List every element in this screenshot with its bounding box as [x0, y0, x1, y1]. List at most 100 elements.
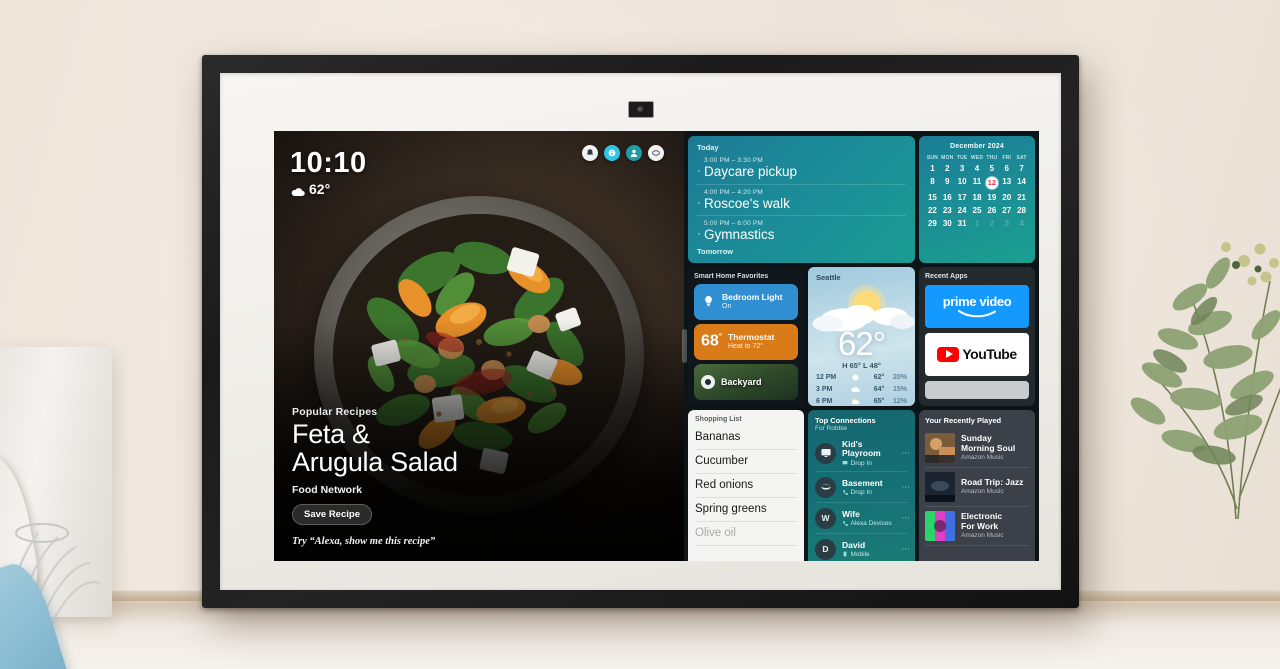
shopping-list-item[interactable]: Red onions [695, 474, 797, 498]
calendar-day-next-month[interactable]: 1 [970, 217, 985, 229]
overflow-menu-icon[interactable]: ⋮ [901, 545, 910, 553]
shopping-list-item[interactable]: Olive oil [695, 522, 797, 546]
phone-icon [843, 521, 848, 527]
shopping-list-item[interactable]: Spring greens [695, 498, 797, 522]
music-item[interactable]: Sunday Morning Soul Amazon Music [925, 429, 1029, 468]
calendar-day[interactable]: 7 [1014, 162, 1029, 174]
calendar-day[interactable]: 28 [1014, 204, 1029, 216]
dnd-badge-icon[interactable] [648, 145, 664, 161]
calendar-day[interactable]: 31 [955, 217, 970, 229]
overflow-menu-icon[interactable]: ⋮ [901, 483, 910, 491]
smart-tile-backyard-camera[interactable]: Backyard [694, 363, 798, 400]
clock-time: 10:10 [290, 147, 367, 179]
calendar-day[interactable]: 15 [925, 191, 940, 203]
shopping-list-widget[interactable]: Shopping List Bananas Cucumber Red onion… [688, 409, 804, 561]
smart-tile-text: Bedroom Light On [722, 292, 782, 311]
calendar-day[interactable]: 6 [999, 162, 1014, 174]
agenda-event-time: 5:00 PM – 6:00 PM [704, 220, 764, 228]
calendar-day[interactable]: 26 [984, 204, 999, 216]
calendar-day[interactable]: 19 [984, 191, 999, 203]
calendar-day[interactable]: 20 [999, 191, 1014, 203]
mobile-icon [843, 552, 847, 557]
connection-item[interactable]: Basement Drop In ⋮ [815, 472, 910, 504]
agenda-widget[interactable]: Today 3:00 PM – 3:30 PM Daycare pickup 4… [688, 136, 915, 263]
music-item[interactable]: Electronic For Work Amazon Music [925, 507, 1029, 546]
calendar-day[interactable]: 14 [1014, 175, 1029, 190]
connection-item[interactable]: Kid's Playroom Drop In ⋮ [815, 436, 910, 473]
status-icons[interactable] [582, 145, 664, 161]
calendar-day[interactable]: 13 [999, 175, 1014, 190]
calendar-day[interactable]: 23 [940, 204, 955, 216]
panel-drag-handle[interactable] [682, 329, 687, 363]
calendar-day[interactable]: 29 [925, 217, 940, 229]
connection-meta-text: Drop In [850, 488, 872, 496]
smart-tile-status: On [722, 303, 732, 311]
calendar-day[interactable]: 3 [955, 162, 970, 174]
recipe-panel[interactable]: 10:10 62° Popular Recipes Feta & Arugula… [274, 131, 684, 561]
connection-item[interactable]: W Wife Alexa Devices ⋮ [815, 503, 910, 535]
smart-tile-bedroom-light[interactable]: Bedroom Light On [694, 283, 798, 320]
display-screen[interactable]: 10:10 62° Popular Recipes Feta & Arugula… [274, 131, 1039, 561]
calendar-day[interactable]: 18 [970, 191, 985, 203]
connection-item[interactable]: D David Mobile ⋮ [815, 534, 910, 561]
app-next-partial[interactable] [925, 380, 1029, 399]
weather-hour-precip: 15% [892, 385, 907, 393]
phone-icon [843, 490, 848, 496]
info-badge-icon[interactable] [604, 145, 620, 161]
overflow-menu-icon[interactable]: ⋮ [901, 514, 910, 522]
smart-tile-thermostat[interactable]: 68° Thermostat Heat to 72° [694, 323, 798, 360]
calendar-grid[interactable]: SUN MON TUE WED THU FRI SAT 1 2 3 4 5 6 7 8 9 10 11 12 13 14… [925, 155, 1029, 229]
recently-played-widget[interactable]: Your Recently Played Sunday Morning Soul… [919, 409, 1035, 561]
shopping-list-item[interactable]: Bananas [695, 426, 797, 450]
album-art [925, 471, 955, 502]
app-prime-video[interactable]: prime video [925, 284, 1029, 328]
camera-icon [701, 374, 715, 389]
agenda-event[interactable]: 5:00 PM – 6:00 PM Gymnastics [697, 220, 906, 243]
calendar-day[interactable]: 5 [984, 162, 999, 174]
weather-hour-temp: 62° [873, 373, 885, 381]
calendar-day[interactable]: 1 [925, 162, 940, 174]
calendar-day[interactable]: 21 [1014, 191, 1029, 203]
room-scene: 10:10 62° Popular Recipes Feta & Arugula… [0, 0, 1280, 669]
agenda-event[interactable]: 4:00 PM – 4:20 PM Roscoe's walk [697, 189, 906, 212]
calendar-day[interactable]: 8 [925, 175, 940, 190]
calendar-day[interactable]: 4 [970, 162, 985, 174]
connections-sublabel: For Robbie [815, 424, 848, 432]
calendar-day[interactable]: 11 [970, 175, 985, 190]
calendar-day[interactable]: 9 [940, 175, 955, 190]
smart-home-widget[interactable]: Smart Home Favorites Bedroom Light On 68… [688, 266, 804, 406]
agenda-event[interactable]: 3:00 PM – 3:30 PM Daycare pickup [697, 157, 906, 180]
calendar-day[interactable]: 16 [940, 191, 955, 203]
calendar-day[interactable]: 2 [940, 162, 955, 174]
app-youtube[interactable]: YouTube [925, 332, 1029, 376]
calendar-day[interactable]: 12 [984, 175, 999, 190]
weather-hour-row: 3 PM 64° 15% [816, 385, 907, 394]
thermostat-number: 68 [701, 332, 719, 350]
overflow-menu-icon[interactable]: ⋮ [901, 449, 910, 457]
calendar-day[interactable]: 30 [940, 217, 955, 229]
calendar-day[interactable]: 10 [955, 175, 970, 190]
connection-meta-text: Drop In [850, 459, 872, 467]
calendar-day-next-month[interactable]: 2 [984, 217, 999, 229]
calendar-day[interactable]: 22 [925, 204, 940, 216]
notification-badge-icon[interactable] [582, 145, 598, 161]
calendar-day-next-month[interactable]: 4 [1014, 217, 1029, 229]
agenda-event-time: 4:00 PM – 4:20 PM [704, 188, 764, 196]
weather-hour-time: 6 PM [816, 397, 833, 405]
frame-mat: 10:10 62° Popular Recipes Feta & Arugula… [220, 73, 1061, 590]
calendar-day[interactable]: 24 [955, 204, 970, 216]
music-item[interactable]: Road Trip: Jazz Amazon Music [925, 468, 1029, 507]
top-connections-widget[interactable]: Top Connections For Robbie Kid's Playroo… [808, 409, 915, 561]
weather-widget[interactable]: Seattle 62° H 65° L 48° 12 PM 62° 20% 3 … [808, 266, 915, 406]
recent-apps-widget[interactable]: Recent Apps prime video YouTube [919, 266, 1035, 406]
calendar-day[interactable]: 17 [955, 191, 970, 203]
shopping-list-item[interactable]: Cucumber [695, 450, 797, 474]
calendar-widget[interactable]: December 2024 SUN MON TUE WED THU FRI SAT 1 2 3 4 5… [919, 136, 1035, 263]
calendar-day[interactable]: 25 [970, 204, 985, 216]
connection-text: Basement Drop In [842, 478, 896, 496]
calendar-row: Today 3:00 PM – 3:30 PM Daycare pickup 4… [688, 136, 1035, 263]
calendar-day-next-month[interactable]: 3 [999, 217, 1014, 229]
save-recipe-button[interactable]: Save Recipe [292, 504, 372, 525]
profile-avatar-icon[interactable] [626, 145, 642, 161]
calendar-day[interactable]: 27 [999, 204, 1014, 216]
